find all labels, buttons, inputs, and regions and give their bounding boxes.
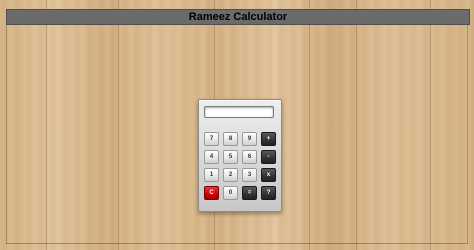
frame-border-right [467, 24, 468, 244]
key-6-button[interactable]: 6 [242, 150, 257, 164]
key-0-button[interactable]: 0 [223, 186, 238, 200]
key-plus-button[interactable]: + [261, 132, 276, 146]
calculator-display[interactable] [204, 106, 274, 118]
wood-plank-seam [46, 0, 47, 250]
wood-plank-seam [118, 0, 119, 250]
calculator-keypad: 7 8 9 +4 5 6- 1 2 3 x C 0 =? [204, 132, 276, 200]
key-clear-button[interactable]: C [204, 186, 219, 200]
key-multiply-button[interactable]: x [261, 168, 276, 182]
wood-plank-seam [309, 0, 310, 250]
key-divide-button[interactable]: ? [261, 186, 276, 200]
key-7-button[interactable]: 7 [204, 132, 219, 146]
frame-border-left [6, 24, 7, 244]
key-4-button[interactable]: 4 [204, 150, 219, 164]
wood-plank-seam [356, 0, 357, 250]
key-minus-button[interactable]: - [261, 150, 276, 164]
key-2-button[interactable]: 2 [223, 168, 238, 182]
title-bar: Rameez Calculator [6, 9, 470, 25]
key-5-button[interactable]: 5 [223, 150, 238, 164]
key-1-button[interactable]: 1 [204, 168, 219, 182]
key-9-button[interactable]: 9 [242, 132, 257, 146]
wood-plank-seam [430, 0, 431, 250]
key-equals-button[interactable]: = [242, 186, 257, 200]
frame-border-bottom [6, 243, 468, 244]
page-title: Rameez Calculator [188, 11, 288, 23]
key-3-button[interactable]: 3 [242, 168, 257, 182]
calculator: 7 8 9 +4 5 6- 1 2 3 x C 0 =? [198, 99, 282, 212]
key-8-button[interactable]: 8 [223, 132, 238, 146]
